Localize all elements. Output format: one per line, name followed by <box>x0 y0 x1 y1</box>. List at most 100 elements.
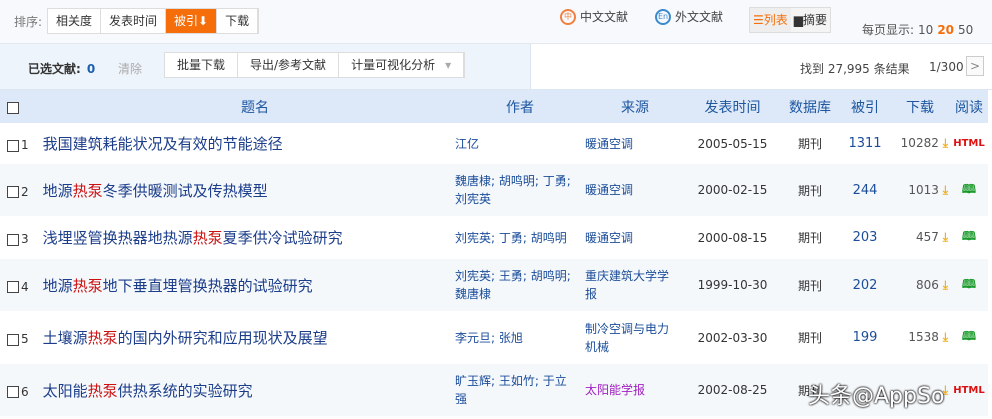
download-count[interactable]: 1538 ⤓ <box>890 311 950 364</box>
source-link[interactable]: 太阳能学报 <box>585 364 685 416</box>
pub-date: 2005-05-15 <box>697 136 768 151</box>
book-read-icon[interactable]: 🕮 <box>950 259 988 311</box>
database: 期刊 <box>797 231 822 245</box>
chevron-down-icon: ▾ <box>445 58 452 72</box>
table-row: 1 我国建筑耗能状况及有效的节能途径 江亿 暖通空调 2005-05-15 期刊 … <box>0 123 988 164</box>
chinese-search-icon: 中 <box>560 8 576 25</box>
col-downloads[interactable]: 下载 <box>890 90 950 123</box>
col-database: 数据库 <box>780 90 840 123</box>
book-read-icon[interactable]: 🕮 <box>950 311 988 364</box>
table-row: 4 地源热泵地下垂直埋管换热器的试验研究 刘宪英; 王勇; 胡鸣明; 魏唐棣 重庆… <box>0 259 988 311</box>
book-read-icon[interactable]: 🕮 <box>950 216 988 259</box>
pub-date: 2002-08-25 <box>685 364 780 416</box>
sort-bar: 排序: 相关度 发表时间 被引⬇ 下载 中中文文献 En 外文文献 ☰列表 ▆摘要… <box>0 0 992 44</box>
pub-date: 2002-03-30 <box>697 330 768 345</box>
col-citations[interactable]: 被引 <box>840 90 890 123</box>
authors[interactable]: 魏唐棣; 胡鸣明; 丁勇; 刘宪英 <box>455 164 585 216</box>
action-buttons: 批量下载 导出/参考文献 计量可视化分析 ▾ <box>164 52 466 78</box>
citation-count[interactable]: 203 <box>840 216 890 259</box>
article-title-link[interactable]: 地源热泵冬季供暖测试及传热模型 <box>29 182 268 200</box>
database: 期刊 <box>780 259 840 311</box>
table-row: 3 浅埋竖管换热器地热源热泵夏季供冷试验研究 刘宪英; 丁勇; 胡鸣明 暖通空调 … <box>0 216 988 259</box>
download-icon[interactable]: ⤓ <box>943 136 948 150</box>
source-link[interactable]: 暖通空调 <box>585 164 685 216</box>
article-title-link[interactable]: 浅埋竖管换热器地热源热泵夏季供冷试验研究 <box>29 229 343 247</box>
article-title-link[interactable]: 太阳能热泵供热系统的实验研究 <box>29 382 253 400</box>
col-author: 作者 <box>455 90 585 123</box>
download-icon[interactable]: ⤓ <box>943 183 948 197</box>
visual-analysis-dropdown[interactable]: 计量可视化分析 ▾ <box>339 53 465 77</box>
english-search-icon: En <box>655 8 671 25</box>
source-link[interactable]: 制冷空调与电力机械 <box>585 311 685 364</box>
view-toggle: ☰列表 ▆摘要 <box>749 7 831 33</box>
sort-date[interactable]: 发表时间 <box>101 9 167 33</box>
sort-label: 排序: <box>14 15 43 29</box>
html-read-button[interactable]: HTML <box>950 364 988 416</box>
action-bar: 已选文献: 0 清除 批量下载 导出/参考文献 计量可视化分析 ▾ 找到 27,99… <box>0 44 992 90</box>
next-page-button[interactable]: > <box>966 56 984 76</box>
col-date[interactable]: 发表时间 <box>685 90 780 123</box>
pub-date: 1999-10-30 <box>685 259 780 311</box>
authors[interactable]: 旷玉辉; 王如竹; 于立强 <box>455 364 585 416</box>
per-page: 每页显示: 10 20 50 <box>862 23 974 37</box>
row-checkbox[interactable] <box>7 233 19 246</box>
per-page-50[interactable]: 50 <box>958 23 973 37</box>
article-title-link[interactable]: 地源热泵地下垂直埋管换热器的试验研究 <box>29 277 313 295</box>
per-page-10[interactable]: 10 <box>918 23 933 37</box>
sort-citations[interactable]: 被引⬇ <box>166 9 218 33</box>
source-link[interactable]: 暖通空调 <box>585 216 685 259</box>
database: 期刊 <box>797 331 822 345</box>
per-page-20[interactable]: 20 <box>937 23 954 37</box>
clear-button[interactable]: 清除 <box>118 60 142 77</box>
list-view-button[interactable]: ☰列表 <box>750 8 791 32</box>
authors[interactable]: 刘宪英; 丁勇; 胡鸣明 <box>455 216 585 259</box>
row-checkbox[interactable] <box>7 281 19 293</box>
row-checkbox[interactable] <box>7 186 19 198</box>
abstract-view-button[interactable]: ▆摘要 <box>790 8 830 32</box>
table-row: 2 地源热泵冬季供暖测试及传热模型 魏唐棣; 胡鸣明; 丁勇; 刘宪英 暖通空调 … <box>0 164 988 216</box>
page-indicator: 1/300 <box>929 60 964 74</box>
result-count: 找到 27,995 条结果 <box>800 62 910 76</box>
book-read-icon[interactable]: 🕮 <box>950 164 988 216</box>
row-checkbox[interactable] <box>7 139 19 152</box>
table-header: 题名 作者 来源 发表时间 数据库 被引 下载 阅读 <box>0 90 988 123</box>
citation-count[interactable]: 244 <box>840 164 890 216</box>
authors[interactable]: 江亿 <box>455 123 585 164</box>
sort-downloads[interactable]: 下载 <box>217 9 259 33</box>
selected-count: 已选文献: 0 <box>28 62 96 76</box>
select-all-checkbox[interactable] <box>7 101 19 114</box>
download-icon[interactable]: ⤓ <box>943 230 948 244</box>
download-icon[interactable]: ⤓ <box>943 330 948 344</box>
row-checkbox[interactable] <box>7 333 19 346</box>
authors[interactable]: 李元旦; 张旭 <box>455 311 585 364</box>
authors[interactable]: 刘宪英; 王勇; 胡鸣明; 魏唐棣 <box>455 259 585 311</box>
foreign-literature-link[interactable]: En 外文文献 <box>655 8 723 25</box>
export-button[interactable]: 导出/参考文献 <box>238 53 340 77</box>
download-count[interactable]: 1013 ⤓ <box>890 164 950 216</box>
article-title-link[interactable]: 我国建筑耗能状况及有效的节能途径 <box>29 135 283 153</box>
download-icon[interactable]: ⤓ <box>943 278 948 292</box>
arrow-down-icon: ⬇ <box>198 14 209 28</box>
database: 期刊 <box>797 137 822 151</box>
html-read-button[interactable]: HTML <box>950 123 988 164</box>
source-link[interactable]: 暖通空调 <box>585 123 685 164</box>
citation-count[interactable]: 1311 <box>840 123 890 164</box>
chinese-literature-link[interactable]: 中中文文献 <box>560 8 628 25</box>
sort-options: 相关度 发表时间 被引⬇ 下载 <box>47 8 260 34</box>
sort-relevance[interactable]: 相关度 <box>48 9 102 33</box>
citation-count[interactable]: 202 <box>840 259 890 311</box>
pub-date: 2000-02-15 <box>685 164 780 216</box>
watermark: 头条@AppSo <box>808 384 945 409</box>
table-row: 5 土壤源热泵的国内外研究和应用现状及展望 李元旦; 张旭 制冷空调与电力机械 2… <box>0 311 988 364</box>
download-count[interactable]: 806 ⤓ <box>890 259 950 311</box>
batch-download-button[interactable]: 批量下载 <box>165 53 239 77</box>
row-checkbox[interactable] <box>7 386 19 398</box>
results-table: 题名 作者 来源 发表时间 数据库 被引 下载 阅读 1 我国建筑耗能状况及有效的… <box>0 90 988 416</box>
citation-count[interactable]: 199 <box>840 311 890 364</box>
source-link[interactable]: 重庆建筑大学学报 <box>585 259 685 311</box>
download-count[interactable]: 457 ⤓ <box>890 216 950 259</box>
col-read: 阅读 <box>950 90 988 123</box>
col-source: 来源 <box>585 90 685 123</box>
article-title-link[interactable]: 土壤源热泵的国内外研究和应用现状及展望 <box>29 329 328 347</box>
download-count[interactable]: 10282 ⤓ <box>890 123 950 164</box>
